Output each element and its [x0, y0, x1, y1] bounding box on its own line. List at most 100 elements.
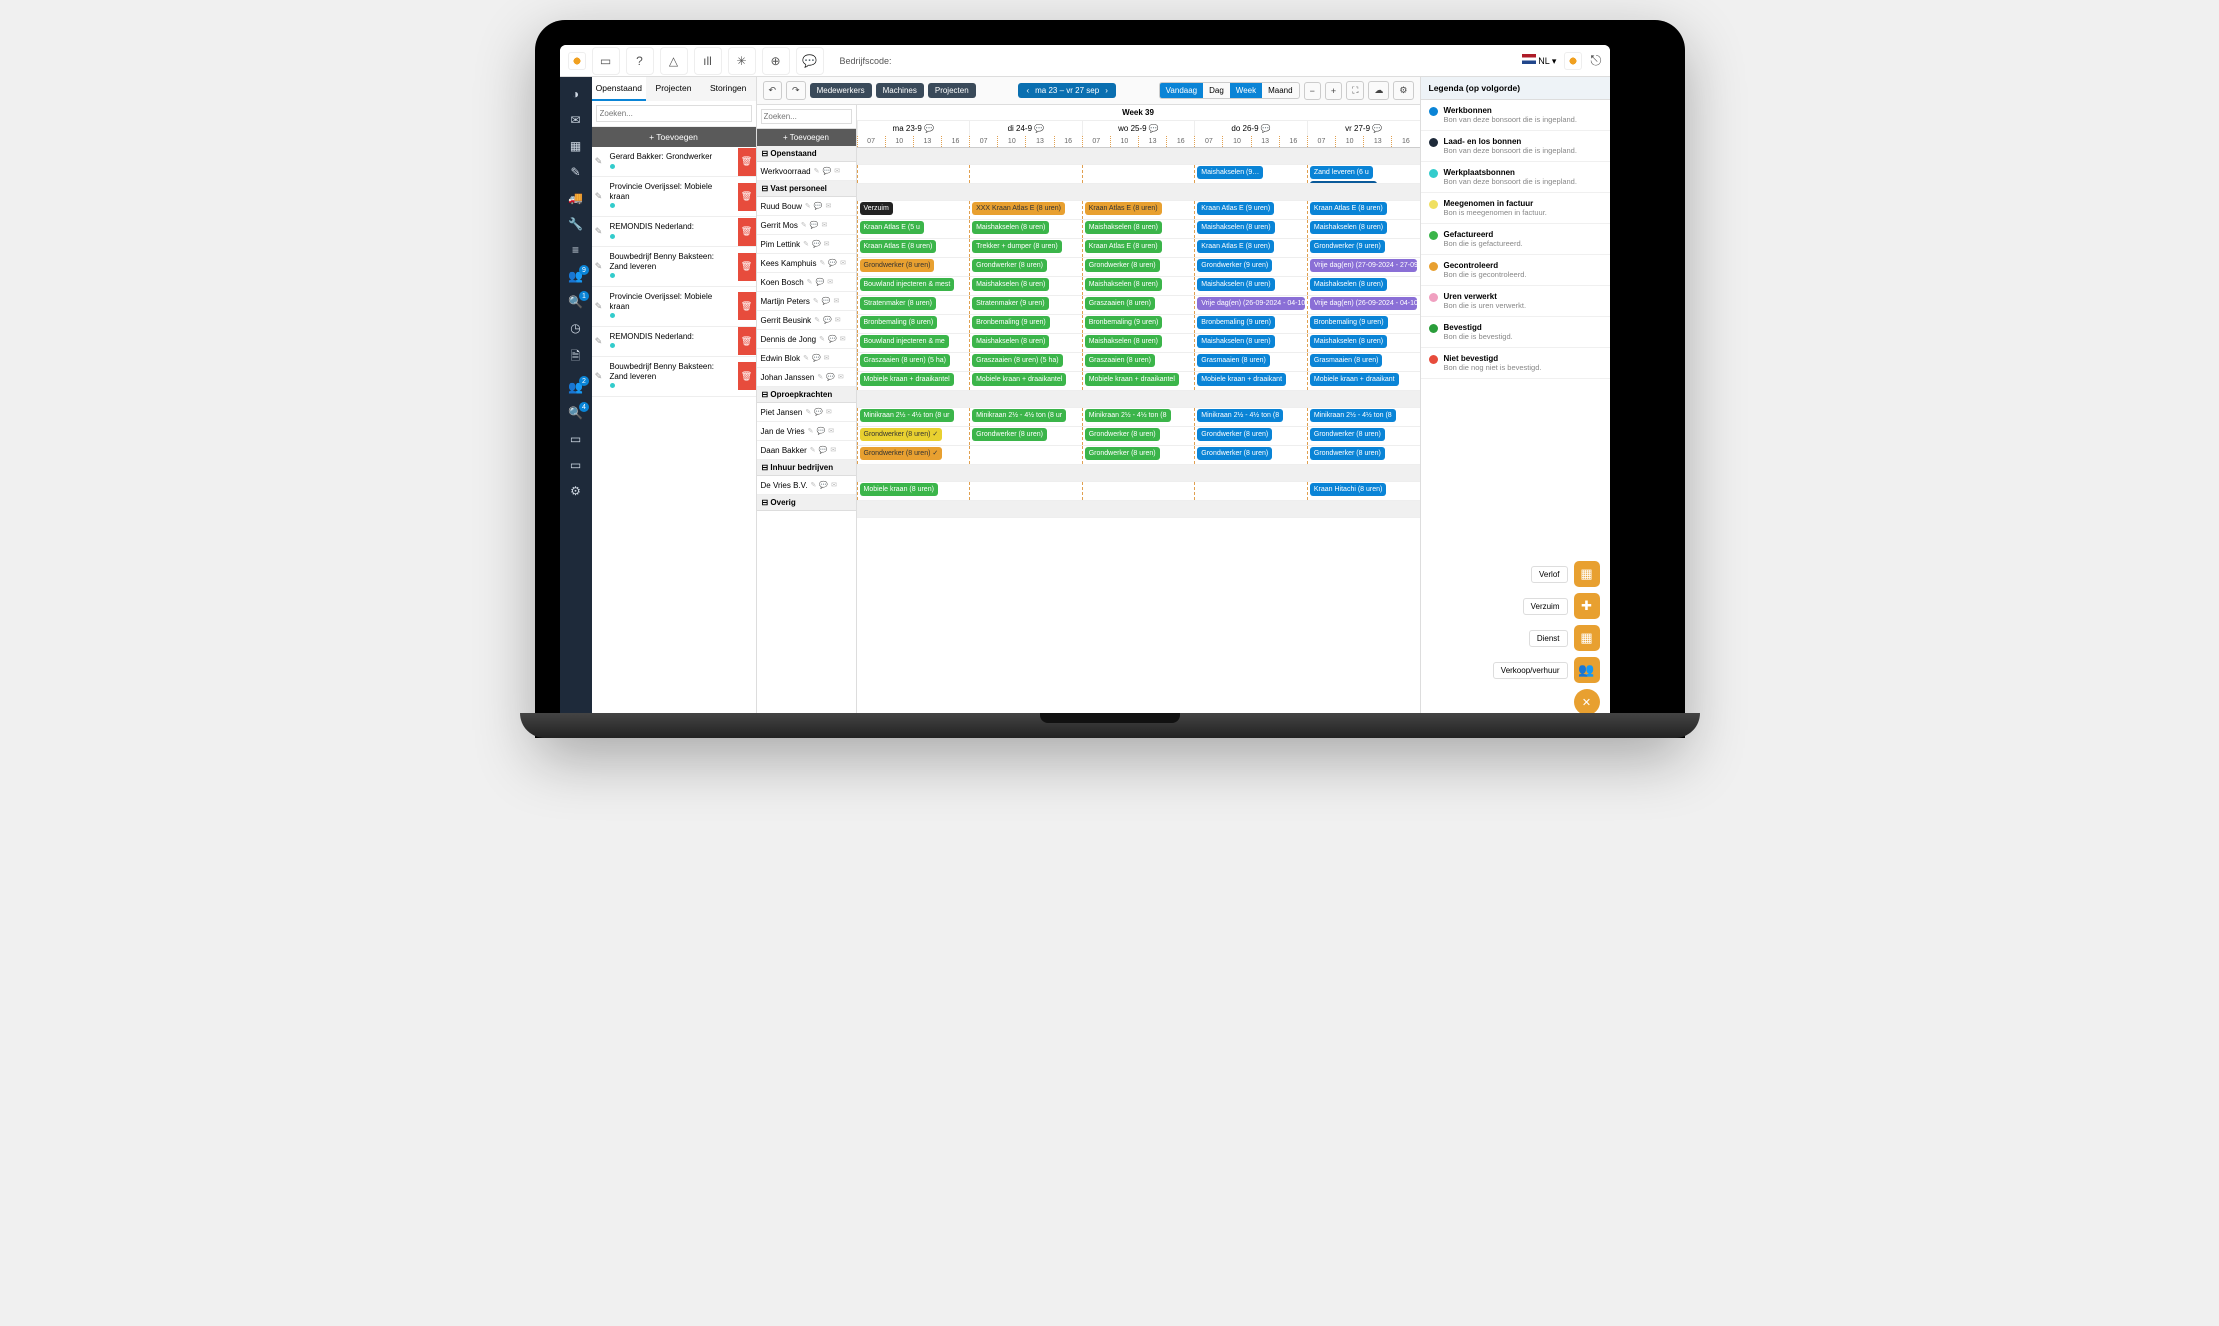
grid-cell[interactable]: Grasmaaien (8 uren) [1307, 353, 1420, 371]
chat-icon[interactable]: 💬 [796, 47, 824, 75]
chat-icon[interactable]: 💬 [828, 335, 837, 343]
grid-cell[interactable]: Maishakselen (8 uren) [1307, 277, 1420, 295]
target-icon[interactable]: ⊕ [762, 47, 790, 75]
grid-cell[interactable]: Minikraan 2½ - 4½ ton (8 ur [857, 408, 970, 426]
nav-mail-icon[interactable]: ✉ [570, 113, 580, 127]
grid-cell[interactable]: Maishakselen (8 uren) [1307, 220, 1420, 238]
schedule-event[interactable]: Grondwerker (8 uren) [1085, 259, 1160, 272]
logout-icon[interactable]: ⎋ [1590, 52, 1601, 69]
pencil-icon[interactable]: ✎ [803, 354, 809, 362]
pencil-icon[interactable]: ✎ [805, 202, 811, 210]
lp-search-input[interactable] [596, 105, 752, 122]
resource-row[interactable]: Martijn Peters✎💬✉ [757, 292, 856, 311]
grid-cell[interactable]: Grondwerker (8 uren) [1307, 427, 1420, 445]
schedule-event[interactable]: Kraan Atlas E (9 uren) [1197, 202, 1274, 215]
chat-icon[interactable]: 💬 [814, 408, 823, 416]
pencil-icon[interactable]: ✎ [803, 240, 809, 248]
grid-cell[interactable]: Graszaaien (8 uren) (5 ha) [969, 353, 1082, 371]
mail-icon[interactable]: ✉ [827, 278, 833, 286]
inbox-icon[interactable]: △ [660, 47, 688, 75]
nav-card-icon[interactable]: ▭ [570, 432, 581, 446]
schedule-event[interactable]: Grondwerker (8 uren) [972, 428, 1047, 441]
grid-cell[interactable]: Grondwerker (8 uren) ✓ [857, 446, 970, 464]
grid-cell[interactable]: Kraan Atlas E (8 uren) [1307, 201, 1420, 219]
user-avatar[interactable] [1564, 52, 1582, 70]
resource-row[interactable]: Jan de Vries✎💬✉ [757, 422, 856, 441]
resource-group[interactable]: ⊟ Inhuur bedrijven [757, 460, 856, 476]
schedule-event[interactable]: Bronbemaling (9 uren) [1310, 316, 1388, 329]
resource-search-input[interactable] [761, 109, 852, 124]
zoom-in-icon[interactable]: + [1325, 82, 1342, 100]
chat-icon[interactable]: 💬 [822, 297, 831, 305]
schedule-event[interactable]: Grondwerker (9 uren) [1310, 240, 1385, 253]
schedule-event[interactable]: Grondwerker (8 uren) [1310, 447, 1385, 460]
lp-item[interactable]: ✎ Gerard Bakker: Grondwerker 🗑 [592, 147, 756, 177]
nav-dashboard-icon[interactable]: ◑ [572, 87, 579, 101]
next-week-icon[interactable]: › [1105, 86, 1108, 95]
schedule-event[interactable]: Kraan Atlas E (8 uren) [1310, 202, 1387, 215]
resource-row[interactable]: Gerrit Mos✎💬✉ [757, 216, 856, 235]
schedule-event[interactable]: Grondwerker (8 uren) ✓ [860, 447, 943, 460]
schedule-event[interactable]: Kraan Atlas E (8 uren) [1085, 240, 1162, 253]
grid-cell[interactable] [1082, 482, 1195, 500]
schedule-event[interactable]: Graszaaien (8 uren) [1085, 297, 1155, 310]
grid-cell[interactable]: Bronbemaling (9 uren) [969, 315, 1082, 333]
edit-icon[interactable]: ✎ [592, 156, 606, 167]
schedule-event[interactable]: Mobiele kraan + draaikant [1197, 373, 1286, 386]
fab-verzuim-button[interactable]: ✚ [1574, 593, 1600, 619]
redo-icon[interactable]: ↷ [786, 81, 806, 100]
grid-cell[interactable]: Grondwerker (8 uren) [1194, 446, 1307, 464]
grid-cell[interactable]: XXX Kraan Atlas E (8 uren) [969, 201, 1082, 219]
grid-cell[interactable]: Mobiele kraan + draaikantel [969, 372, 1082, 390]
grid-cell[interactable]: Grondwerker (8 uren) [1082, 446, 1195, 464]
pencil-icon[interactable]: ✎ [808, 427, 814, 435]
schedule-event[interactable]: Maishakselen (8 uren) [972, 278, 1049, 291]
grid-cell[interactable]: Vrije dag(en) (27-09-2024 - 27-09-… [1307, 258, 1420, 276]
edit-icon[interactable]: ✎ [592, 301, 606, 312]
grid-cell[interactable] [969, 482, 1082, 500]
grid-cell[interactable]: Kraan Atlas E (9 uren) [1194, 201, 1307, 219]
schedule-event[interactable]: Maishakselen (8 uren) [1085, 278, 1162, 291]
mail-icon[interactable]: ✉ [838, 373, 844, 381]
mail-icon[interactable]: ✉ [835, 316, 841, 324]
grid-cell[interactable]: Maishakselen (8 uren) [969, 334, 1082, 352]
resource-row[interactable]: Piet Jansen✎💬✉ [757, 403, 856, 422]
schedule-event[interactable]: Kraan Atlas E (5 u [860, 221, 924, 234]
chat-icon[interactable]: 💬 [816, 278, 825, 286]
pencil-icon[interactable]: ✎ [820, 259, 826, 267]
nav-search2-icon[interactable]: 🔍4 [568, 406, 583, 420]
nav-truck-icon[interactable]: 🚚 [568, 191, 583, 205]
schedule-event[interactable]: Bronbemaling (9 uren) [972, 316, 1050, 329]
grid-cell[interactable]: Graszaaien (8 uren) [1082, 353, 1195, 371]
grid-cell[interactable]: Minikraan 2½ - 4½ ton (8 [1194, 408, 1307, 426]
grid-cell[interactable]: Mobiele kraan + draaikant [1194, 372, 1307, 390]
grid-cell[interactable] [1194, 482, 1307, 500]
grid-cell[interactable]: Grondwerker (8 uren) [1307, 446, 1420, 464]
schedule-event[interactable]: Maishakselen (8 uren) [1085, 221, 1162, 234]
schedule-event[interactable]: Maishakselen (8 uren) [1310, 335, 1387, 348]
pencil-icon[interactable]: ✎ [807, 278, 813, 286]
schedule-event[interactable]: Mobiele kraan + draaikantel [972, 373, 1066, 386]
pencil-icon[interactable]: ✎ [813, 297, 819, 305]
resource-group[interactable]: ⊟ Openstaand [757, 146, 856, 162]
schedule-event[interactable]: Maishakselen (8 uren) [1197, 221, 1274, 234]
edit-icon[interactable]: ✎ [592, 191, 606, 202]
grid-cell[interactable]: Maishakselen (8 uren) [1082, 220, 1195, 238]
chat-icon[interactable]: 💬 [823, 316, 832, 324]
pencil-icon[interactable]: ✎ [814, 316, 820, 324]
grid-cell[interactable]: Mobiele kraan (8 uren) [857, 482, 970, 500]
grid-cell[interactable]: Verzuim [857, 201, 970, 219]
grid-cell[interactable]: Mobiele kraan + draaikantel [1082, 372, 1195, 390]
schedule-event[interactable]: Graszaaien (8 uren) (5 ha) [972, 354, 1062, 367]
schedule-event[interactable]: Grasmaaien (8 uren) [1310, 354, 1383, 367]
schedule-event[interactable]: Grondwerker (8 uren) [1310, 428, 1385, 441]
grid-cell[interactable]: Maishakselen (8 uren) [969, 277, 1082, 295]
schedule-event[interactable]: Kraan Atlas E (8 uren) [860, 240, 937, 253]
schedule-event[interactable]: Maishakselen (8 uren) [1310, 221, 1387, 234]
mail-icon[interactable]: ✉ [830, 446, 836, 454]
grid-cell[interactable]: Maishakselen (8 uren) [1082, 334, 1195, 352]
delete-icon[interactable]: 🗑 [738, 253, 756, 281]
view-week[interactable]: Week [1230, 83, 1262, 98]
grid-cell[interactable]: Grondwerker (8 uren) ✓ [857, 427, 970, 445]
grid-cell[interactable]: Maishakselen (8 uren) [1194, 277, 1307, 295]
